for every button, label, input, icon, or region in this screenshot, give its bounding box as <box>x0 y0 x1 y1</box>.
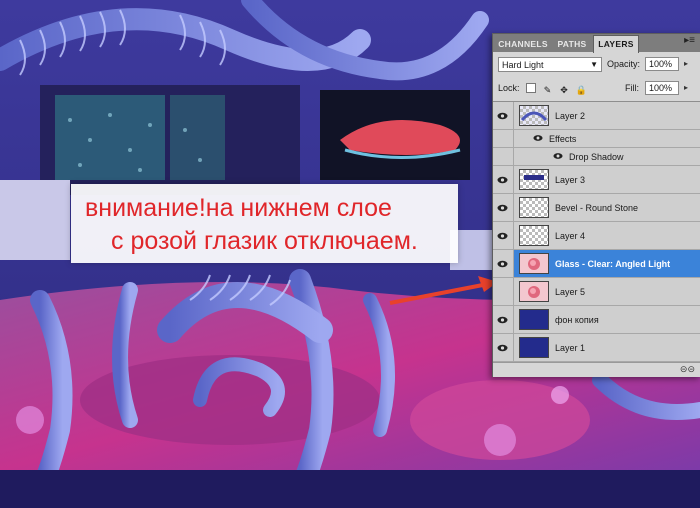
layer-row-layer-1[interactable]: Layer 1 <box>493 334 700 362</box>
visibility-toggle[interactable] <box>493 166 514 193</box>
layer-name: фон копия <box>555 315 599 325</box>
effects-label: Effects <box>549 134 577 144</box>
layer-name: Layer 2 <box>555 111 586 121</box>
lock-label: Lock: <box>498 83 520 93</box>
eye-icon <box>497 232 508 239</box>
layer-thumbnail <box>519 197 549 218</box>
layer-thumbnail <box>519 105 549 126</box>
drop-shadow-label: Drop Shadow <box>569 152 624 162</box>
panel-footer: ⊝⊝ <box>493 362 700 377</box>
opacity-slider-arrow-icon[interactable]: ▸ <box>684 59 688 68</box>
fill-slider-arrow-icon[interactable]: ▸ <box>684 83 688 92</box>
fill-input[interactable]: 100% <box>645 81 679 95</box>
annotation-line-2: с розой глазик отключаем. <box>111 227 418 255</box>
visibility-toggle[interactable] <box>493 194 514 221</box>
lock-options-row: Lock: ✎ ✥ 🔒 Fill: 100% ▸ <box>493 77 700 101</box>
link-layers-icon[interactable]: ⊝⊝ <box>680 364 695 375</box>
layer-row-layer-3[interactable]: Layer 3 <box>493 166 700 194</box>
eye-icon <box>533 135 543 141</box>
visibility-toggle[interactable] <box>493 334 514 361</box>
layer-name: Layer 5 <box>555 287 586 297</box>
visibility-toggle[interactable] <box>493 130 514 147</box>
eye-icon <box>553 153 563 159</box>
layer-thumbnail <box>519 337 549 358</box>
lock-transparency-icon[interactable] <box>526 83 536 93</box>
panel-menu-icon[interactable]: ▸≡ <box>684 35 695 46</box>
blend-mode-select[interactable]: Hard Light ▼ <box>498 57 602 72</box>
lock-all-icon[interactable]: 🔒 <box>576 85 587 95</box>
lock-move-icon[interactable]: ✥ <box>559 85 569 95</box>
chevron-down-icon: ▼ <box>590 60 598 69</box>
layer-row-fon-kopiya[interactable]: фон копия <box>493 306 700 334</box>
annotation-caption: внимание!на нижнем слое с розой глазик о… <box>71 184 458 263</box>
opacity-label: Opacity: <box>607 59 641 69</box>
eye-icon <box>497 260 508 267</box>
fill-label: Fill: <box>625 83 639 93</box>
eye-icon <box>497 112 508 119</box>
visibility-toggle[interactable] <box>493 148 514 165</box>
tab-layers[interactable]: LAYERS <box>593 35 639 53</box>
tab-channels[interactable]: CHANNELS <box>496 36 550 52</box>
layer-name: Bevel - Round Stone <box>555 203 639 213</box>
layer-thumbnail <box>519 281 549 302</box>
layer-row-layer-4[interactable]: Layer 4 <box>493 222 700 250</box>
eye-icon <box>497 344 508 351</box>
layer-effects-row[interactable]: Effects <box>493 130 700 148</box>
layer-thumbnail <box>519 253 549 274</box>
layer-thumbnail <box>519 169 549 190</box>
visibility-toggle-off[interactable] <box>493 278 514 305</box>
layers-list: Layer 2 Effects Drop Shadow Layer 3 Beve… <box>493 101 700 364</box>
tab-paths[interactable]: PATHS <box>553 36 591 52</box>
layer-row-layer-5[interactable]: Layer 5 <box>493 278 700 306</box>
layer-name: Layer 1 <box>555 343 586 353</box>
layer-name: Layer 4 <box>555 231 586 241</box>
layers-panel: CHANNELS PATHS LAYERS ▸≡ Hard Light ▼ Op… <box>492 33 700 377</box>
visibility-toggle[interactable] <box>493 102 514 129</box>
lock-brush-icon[interactable]: ✎ <box>543 85 553 95</box>
eye-icon <box>497 316 508 323</box>
eye-icon <box>497 204 508 211</box>
layer-effect-drop-shadow[interactable]: Drop Shadow <box>493 148 700 166</box>
panel-tab-bar: CHANNELS PATHS LAYERS ▸≡ <box>493 34 700 53</box>
visibility-toggle[interactable] <box>493 222 514 249</box>
opacity-input[interactable]: 100% <box>645 57 679 71</box>
visibility-toggle[interactable] <box>493 306 514 333</box>
eye-icon <box>497 176 508 183</box>
lock-icons: ✎ ✥ 🔒 <box>526 83 590 95</box>
annotation-line-1: внимание!на нижнем слое <box>85 194 392 222</box>
layer-name: Glass - Clear: Angled Light <box>555 259 671 269</box>
layer-name: Layer 3 <box>555 175 586 185</box>
layer-thumbnail <box>519 225 549 246</box>
layer-row-layer-2[interactable]: Layer 2 <box>493 102 700 130</box>
layer-row-glass-clear-angled-light[interactable]: Glass - Clear: Angled Light <box>493 250 700 278</box>
blend-mode-value: Hard Light <box>502 60 544 70</box>
layer-thumbnail <box>519 309 549 330</box>
layer-row-bevel-round-stone[interactable]: Bevel - Round Stone <box>493 194 700 222</box>
visibility-toggle[interactable] <box>493 250 514 277</box>
blend-options-row: Hard Light ▼ Opacity: 100% ▸ <box>493 53 700 79</box>
